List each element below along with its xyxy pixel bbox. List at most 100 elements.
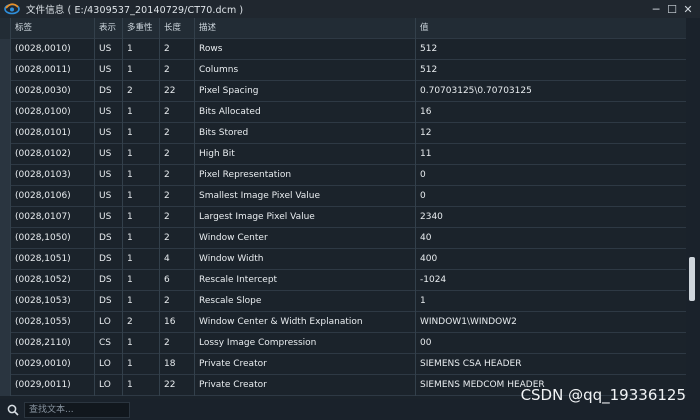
row-gutter <box>0 186 10 207</box>
scrollbar-thumb[interactable] <box>689 257 695 301</box>
watermark: CSDN @qq_19336125 <box>520 386 686 404</box>
table-row[interactable]: (0028,0030) DS 2 22 Pixel Spacing 0.70703125\… <box>0 81 686 102</box>
table-row[interactable]: (0029,0010) LO 1 18 Private Creator SIEMENS C… <box>0 354 686 375</box>
search-input[interactable]: 查找文本... <box>24 401 130 418</box>
cell-description: Window Width <box>194 249 415 270</box>
cell-value: 40 <box>415 228 686 249</box>
maximize-button[interactable]: ☐ <box>664 0 680 18</box>
cell-multiplicity: 1 <box>122 354 159 375</box>
cell-multiplicity: 1 <box>122 165 159 186</box>
cell-vr: US <box>94 207 122 228</box>
column-header-vr[interactable]: 表示 <box>94 18 122 39</box>
table-row[interactable]: (0028,2110) CS 1 2 Lossy Image Compression 00 <box>0 333 686 354</box>
row-gutter <box>0 333 10 354</box>
cell-vr: DS <box>94 270 122 291</box>
cell-tag: (0028,0107) <box>10 207 94 228</box>
cell-value: -1024 <box>415 270 686 291</box>
cell-vr: US <box>94 165 122 186</box>
table-row[interactable]: (0028,1050) DS 1 2 Window Center 40 <box>0 228 686 249</box>
cell-vr: US <box>94 144 122 165</box>
cell-multiplicity: 1 <box>122 270 159 291</box>
cell-value: WINDOW1\WINDOW2 <box>415 312 686 333</box>
cell-description: Bits Allocated <box>194 102 415 123</box>
vertical-scrollbar[interactable] <box>686 18 700 399</box>
cell-value: 0 <box>415 186 686 207</box>
column-header-length[interactable]: 长度 <box>159 18 194 39</box>
table-row[interactable]: (0028,0101) US 1 2 Bits Stored 12 <box>0 123 686 144</box>
cell-vr: DS <box>94 249 122 270</box>
row-gutter <box>0 354 10 375</box>
column-header-description[interactable]: 描述 <box>194 18 415 39</box>
cell-tag: (0028,0010) <box>10 39 94 60</box>
dicom-tag-table: 标签 表示 多重性 长度 描述 值 (0028,0010) US 1 2 Rows 512… <box>0 18 686 399</box>
row-gutter <box>0 249 10 270</box>
cell-length: 22 <box>159 81 194 102</box>
cell-tag: (0028,0102) <box>10 144 94 165</box>
cell-tag: (0028,0106) <box>10 186 94 207</box>
cell-multiplicity: 1 <box>122 333 159 354</box>
table-row[interactable]: (0028,0102) US 1 2 High Bit 11 <box>0 144 686 165</box>
window-controls: ─ ☐ ✕ <box>648 0 696 18</box>
table-header-row: 标签 表示 多重性 长度 描述 值 <box>0 18 686 39</box>
row-gutter <box>0 165 10 186</box>
cell-tag: (0028,1052) <box>10 270 94 291</box>
cell-vr: US <box>94 123 122 144</box>
minimize-button[interactable]: ─ <box>648 0 664 18</box>
close-button[interactable]: ✕ <box>680 0 696 18</box>
cell-value: 00 <box>415 333 686 354</box>
table-row[interactable]: (0028,1055) LO 2 16 Window Center & Width Ex… <box>0 312 686 333</box>
cell-value: 16 <box>415 102 686 123</box>
column-header-multiplicity[interactable]: 多重性 <box>122 18 159 39</box>
cell-description: High Bit <box>194 144 415 165</box>
table-row[interactable]: (0028,0100) US 1 2 Bits Allocated 16 <box>0 102 686 123</box>
cell-description: Window Center <box>194 228 415 249</box>
cell-description: Rescale Slope <box>194 291 415 312</box>
cell-vr: US <box>94 186 122 207</box>
cell-value: 0 <box>415 165 686 186</box>
row-gutter <box>0 60 10 81</box>
cell-length: 2 <box>159 39 194 60</box>
cell-length: 2 <box>159 123 194 144</box>
row-gutter <box>0 291 10 312</box>
cell-value: 0.70703125\0.70703125 <box>415 81 686 102</box>
cell-multiplicity: 1 <box>122 291 159 312</box>
cell-description: Lossy Image Compression <box>194 333 415 354</box>
cell-length: 2 <box>159 165 194 186</box>
cell-value: 1 <box>415 291 686 312</box>
table-row[interactable]: (0028,1052) DS 1 6 Rescale Intercept -1024 <box>0 270 686 291</box>
cell-length: 2 <box>159 102 194 123</box>
cell-value: 512 <box>415 39 686 60</box>
row-gutter <box>0 39 10 60</box>
app-logo-icon <box>4 2 20 16</box>
cell-tag: (0028,0100) <box>10 102 94 123</box>
cell-tag: (0028,0101) <box>10 123 94 144</box>
table-row[interactable]: (0028,0011) US 1 2 Columns 512 <box>0 60 686 81</box>
cell-multiplicity: 1 <box>122 249 159 270</box>
table-row[interactable]: (0028,1051) DS 1 4 Window Width 400 <box>0 249 686 270</box>
cell-vr: DS <box>94 291 122 312</box>
column-header-value[interactable]: 值 <box>415 18 686 39</box>
cell-multiplicity: 1 <box>122 39 159 60</box>
cell-vr: CS <box>94 333 122 354</box>
row-gutter <box>0 207 10 228</box>
row-gutter <box>0 375 10 396</box>
cell-length: 2 <box>159 207 194 228</box>
table-row[interactable]: (0028,0103) US 1 2 Pixel Representation 0 <box>0 165 686 186</box>
window-title: 文件信息 ( E:/4309537_20140729/CT70.dcm ) <box>26 5 244 16</box>
cell-value: SIEMENS CSA HEADER <box>415 354 686 375</box>
cell-length: 2 <box>159 186 194 207</box>
table-row[interactable]: (0028,0106) US 1 2 Smallest Image Pixel Valu… <box>0 186 686 207</box>
search-icon[interactable] <box>4 401 22 419</box>
cell-multiplicity: 1 <box>122 375 159 396</box>
column-header-tag[interactable]: 标签 <box>10 18 94 39</box>
cell-multiplicity: 1 <box>122 207 159 228</box>
cell-vr: DS <box>94 228 122 249</box>
table-row[interactable]: (0028,0107) US 1 2 Largest Image Pixel Value… <box>0 207 686 228</box>
cell-description: Bits Stored <box>194 123 415 144</box>
cell-description: Largest Image Pixel Value <box>194 207 415 228</box>
table-row[interactable]: (0028,1053) DS 1 2 Rescale Slope 1 <box>0 291 686 312</box>
row-gutter <box>0 270 10 291</box>
title-bar: 文件信息 ( E:/4309537_20140729/CT70.dcm ) ─ … <box>0 0 700 18</box>
table-row[interactable]: (0028,0010) US 1 2 Rows 512 <box>0 39 686 60</box>
row-gutter <box>0 228 10 249</box>
